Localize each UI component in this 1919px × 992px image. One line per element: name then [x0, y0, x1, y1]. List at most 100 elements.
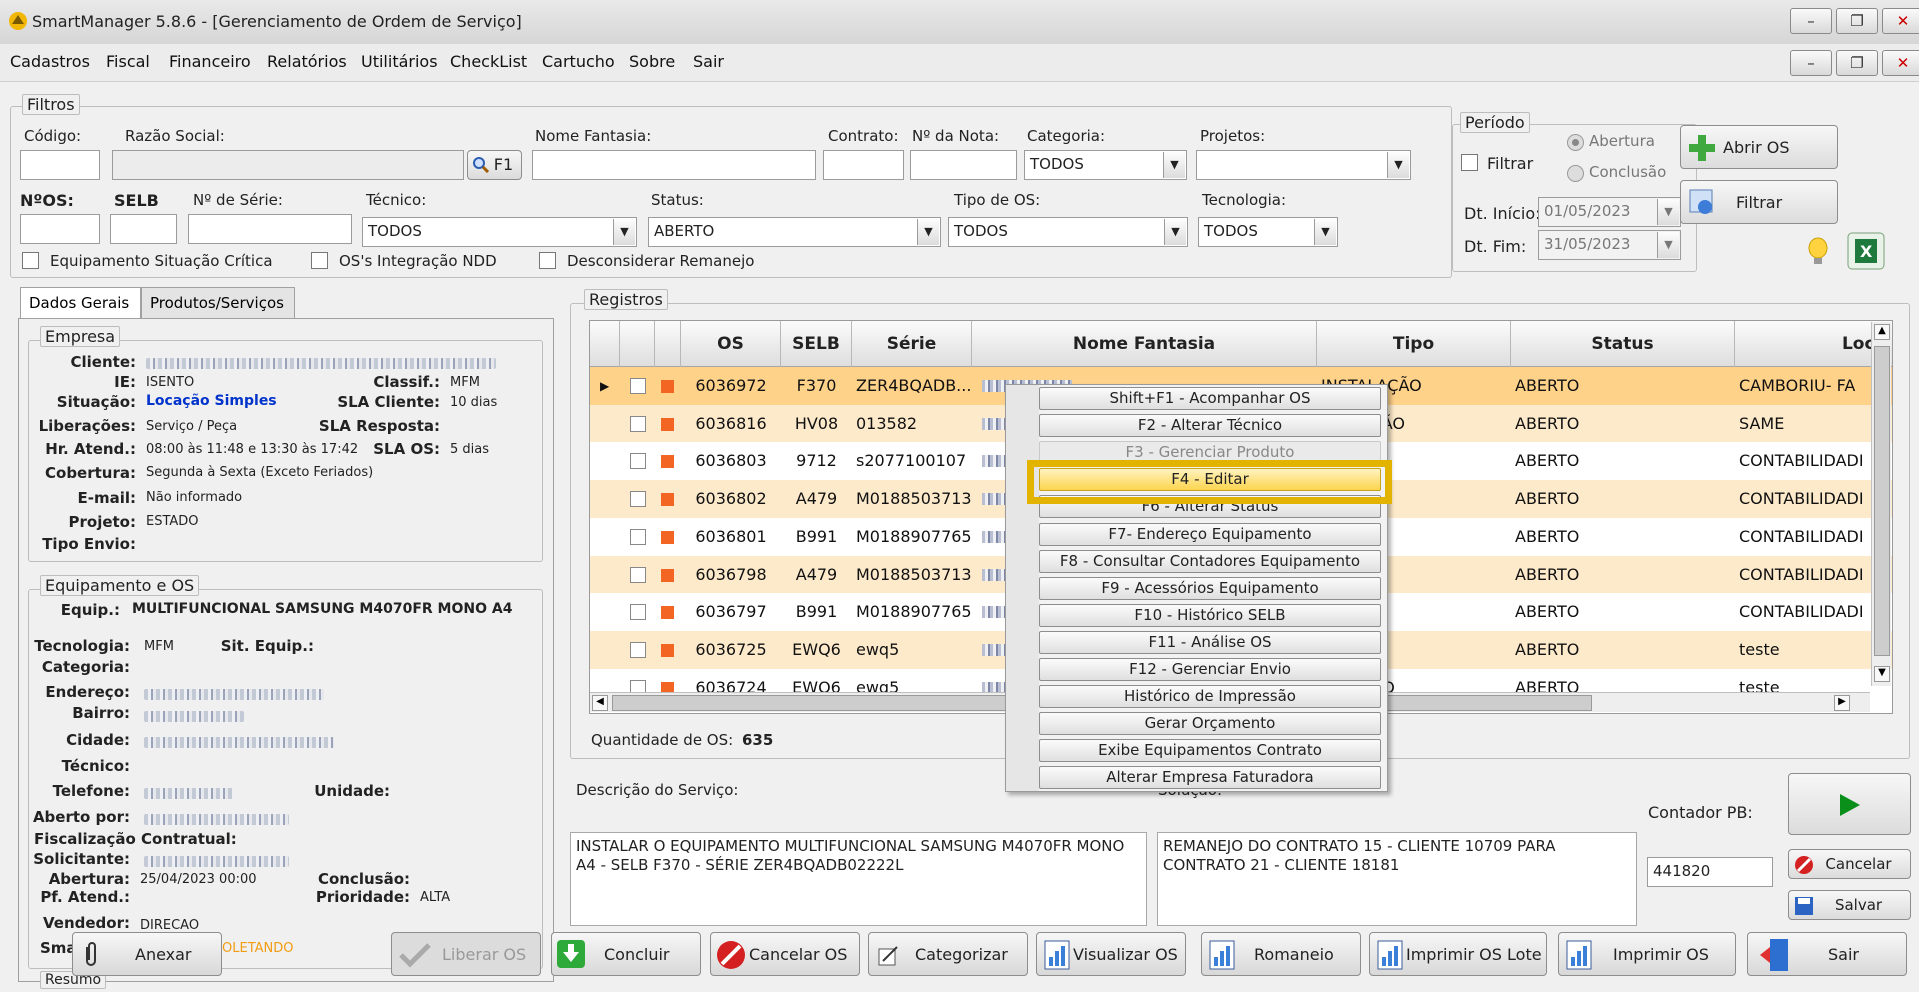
row-checkbox[interactable] — [630, 566, 646, 583]
context-menu-item[interactable]: F7- Endereço Equipamento — [1039, 522, 1381, 546]
scroll-up-icon[interactable]: ▲ — [1874, 324, 1890, 340]
razao-input[interactable] — [112, 150, 464, 180]
vendedor-label: Vendedor: — [43, 914, 130, 932]
context-menu-item[interactable]: Gerar Orçamento — [1039, 712, 1381, 736]
maximize-button[interactable]: ❐ — [1836, 8, 1878, 34]
radio-abertura[interactable] — [1567, 134, 1584, 151]
fantasia-label: Nome Fantasia: — [535, 127, 652, 145]
serie-input[interactable] — [188, 214, 352, 244]
solucao-textarea[interactable]: REMANEJO DO CONTRATO 15 - CLIENTE 10709 … — [1157, 832, 1637, 926]
menu-relatorios[interactable]: Relatórios — [267, 52, 347, 71]
liberar-os-button[interactable]: Liberar OS — [391, 932, 541, 976]
filtrar-button[interactable]: Filtrar — [1680, 180, 1838, 224]
context-menu-item[interactable]: Alterar Empresa Faturadora — [1039, 766, 1381, 790]
nota-input[interactable] — [910, 150, 1017, 180]
tecnologia-select[interactable]: TODOS ▼ — [1198, 217, 1338, 247]
ie-value: ISENTO — [146, 375, 195, 390]
menu-sair[interactable]: Sair — [693, 52, 724, 71]
visualizar-os-button[interactable]: Visualizar OS — [1036, 932, 1186, 976]
menu-fiscal[interactable]: Fiscal — [106, 52, 150, 71]
chk-filtrar-periodo[interactable] — [1461, 154, 1478, 171]
menu-financeiro[interactable]: Financeiro — [169, 52, 251, 71]
col-os[interactable]: OS — [681, 321, 781, 367]
anexar-button[interactable]: Anexar — [72, 932, 222, 976]
cancelar-os-button[interactable]: Cancelar OS — [710, 932, 860, 976]
codigo-input[interactable] — [20, 150, 100, 180]
col-nome-fantasia[interactable]: Nome Fantasia — [972, 321, 1317, 367]
row-checkbox[interactable] — [630, 415, 646, 432]
context-menu-item[interactable]: Histórico de Impressão — [1039, 685, 1381, 709]
context-menu-item[interactable]: F12 - Gerenciar Envio — [1039, 658, 1381, 681]
chk-integracao-ndd[interactable] — [311, 252, 328, 269]
mdi-minimize-button[interactable]: – — [1790, 50, 1832, 76]
scroll-down-icon[interactable]: ▼ — [1874, 666, 1890, 682]
col-serie[interactable]: Série — [852, 321, 972, 367]
lightbulb-icon[interactable] — [1807, 236, 1829, 268]
row-checkbox[interactable] — [630, 604, 646, 621]
close-button[interactable]: ✕ — [1882, 8, 1919, 34]
col-selb[interactable]: SELB — [781, 321, 852, 367]
mdi-maximize-button[interactable]: ❐ — [1836, 50, 1878, 76]
row-checkbox[interactable] — [630, 453, 646, 470]
radio-conclusao[interactable] — [1567, 165, 1584, 182]
grid-vscrollbar[interactable]: ▲ ▼ — [1871, 322, 1891, 686]
nos-input[interactable] — [20, 214, 100, 244]
context-menu-item[interactable]: F2 - Alterar Técnico — [1039, 414, 1381, 438]
grid-vscroll-thumb[interactable] — [1874, 346, 1890, 656]
concluir-button[interactable]: Concluir — [551, 932, 701, 976]
menu-cadastros[interactable]: Cadastros — [10, 52, 90, 71]
imprimir-os-lote-button[interactable]: Imprimir OS Lote — [1369, 932, 1547, 976]
razao-search-button[interactable]: F1 — [467, 150, 522, 180]
categorizar-button[interactable]: Categorizar — [868, 932, 1028, 976]
abrir-os-button[interactable]: Abrir OS — [1680, 125, 1838, 169]
categoria-select[interactable]: TODOS ▼ — [1024, 150, 1187, 180]
menu-checklist[interactable]: CheckList — [450, 52, 527, 71]
dt-inicio-picker[interactable]: 01/05/2023 ▼ — [1538, 197, 1681, 227]
scroll-right-icon[interactable]: ▶ — [1834, 695, 1850, 711]
play-button[interactable] — [1788, 773, 1911, 835]
col-local[interactable]: Loca — [1735, 321, 1892, 367]
descricao-textarea[interactable]: INSTALAR O EQUIPAMENTO MULTIFUNCIONAL SA… — [570, 832, 1147, 926]
tab-dados-gerais[interactable]: Dados Gerais — [20, 287, 141, 318]
sair-button[interactable]: Sair — [1747, 932, 1907, 976]
projetos-select[interactable]: ▼ — [1196, 150, 1411, 180]
scroll-left-icon[interactable]: ◀ — [592, 695, 608, 711]
descricao-label: Descrição do Serviço: — [576, 781, 739, 799]
situacao-value: Locação Simples — [146, 393, 277, 409]
status-flag-icon — [661, 530, 674, 544]
row-checkbox[interactable] — [630, 378, 646, 394]
context-menu-item[interactable]: F9 - Acessórios Equipamento — [1039, 576, 1381, 600]
col-tipo[interactable]: Tipo — [1317, 321, 1511, 367]
chk-desconsiderar-remanejo[interactable] — [539, 252, 556, 269]
menu-sobre[interactable]: Sobre — [629, 52, 675, 71]
cancelar-contador-button[interactable]: Cancelar — [1788, 849, 1911, 879]
row-checkbox[interactable] — [630, 528, 646, 545]
tecnico-select[interactable]: TODOS ▼ — [362, 217, 637, 247]
mdi-close-button[interactable]: ✕ — [1882, 50, 1919, 76]
salvar-contador-button[interactable]: Salvar — [1788, 890, 1911, 920]
excel-export-icon[interactable]: X — [1847, 232, 1885, 270]
fantasia-input[interactable] — [532, 150, 816, 180]
chk-situacao-critica[interactable] — [22, 252, 39, 269]
col-status[interactable]: Status — [1511, 321, 1735, 367]
context-menu-item[interactable]: F11 - Análise OS — [1039, 630, 1381, 654]
cell-serie: M0188907765 — [856, 526, 972, 546]
tipo-select[interactable]: TODOS ▼ — [948, 217, 1188, 247]
contrato-input[interactable] — [823, 150, 904, 180]
context-menu-item[interactable]: F8 - Consultar Contadores Equipamento — [1039, 549, 1381, 573]
context-menu-item[interactable]: Shift+F1 - Acompanhar OS — [1039, 387, 1381, 410]
contador-input[interactable]: 441820 — [1647, 857, 1773, 887]
row-checkbox[interactable] — [630, 641, 646, 658]
imprimir-os-button[interactable]: Imprimir OS — [1558, 932, 1736, 976]
context-menu-item[interactable]: F10 - Histórico SELB — [1039, 603, 1381, 627]
row-checkbox[interactable] — [630, 491, 646, 508]
tab-produtos-servicos[interactable]: Produtos/Serviços — [141, 287, 295, 318]
context-menu-item[interactable]: Exibe Equipamentos Contrato — [1039, 739, 1381, 763]
menu-cartucho[interactable]: Cartucho — [542, 52, 615, 71]
selb-input[interactable] — [110, 214, 177, 244]
dt-fim-picker[interactable]: 31/05/2023 ▼ — [1538, 230, 1681, 260]
status-select[interactable]: ABERTO ▼ — [648, 217, 941, 247]
menu-utilitarios[interactable]: Utilitários — [361, 52, 438, 71]
romaneio-button[interactable]: Romaneio — [1201, 932, 1361, 976]
minimize-button[interactable]: – — [1790, 8, 1832, 34]
